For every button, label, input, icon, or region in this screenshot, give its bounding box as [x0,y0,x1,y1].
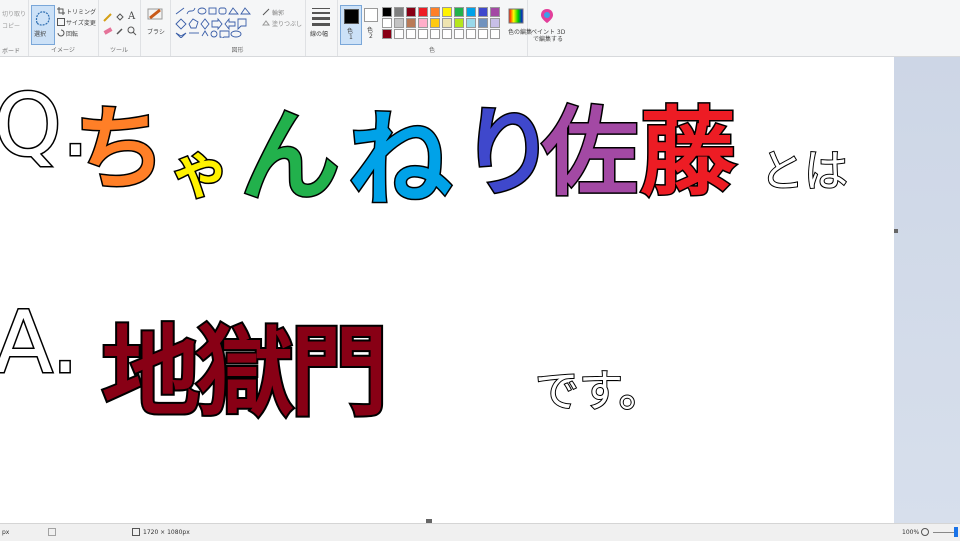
fill-icon[interactable] [115,12,125,22]
color1-button[interactable]: 色 1 [340,5,362,45]
rotate-button[interactable]: 回転 [66,29,78,38]
pencil-icon[interactable] [103,12,113,22]
answer-tail-text: です。 [534,365,664,418]
palette-swatch[interactable] [382,29,392,39]
paint3d-button-line2: で編集する [533,36,564,43]
palette-swatch[interactable] [418,18,428,28]
palette-swatch[interactable] [382,7,392,17]
image-group-label: イメージ [51,47,75,54]
brushes-group: ブラシ [140,0,171,56]
zoom-slider-track[interactable] [933,532,955,533]
palette-swatch[interactable] [466,18,476,28]
image-dimensions: 1720 × 1080px [143,529,190,536]
canvas-resize-handle-right[interactable] [894,229,898,233]
question-char: 佐 [541,96,640,211]
palette-swatch[interactable] [394,7,404,17]
crop-button[interactable]: トリミング [66,7,96,16]
color1-swatch [344,9,359,24]
question-char: ゃ [169,136,232,209]
ribbon: 切り取り コピー ボード 選択 トリミング サイズ変更 回転 イメージ A ツー… [0,0,960,57]
selection-size-icon [48,528,56,536]
clipboard-group-label: ボード [2,48,21,55]
status-bar: px 1720 × 1080px 100% [0,523,960,541]
answer-main-text: 地獄門 [100,314,390,432]
palette-swatch[interactable] [454,7,464,17]
shapes-gallery-icon[interactable] [174,6,254,38]
zoom-out-button[interactable] [921,528,929,536]
outline-icon [262,8,270,16]
cursor-position: px [2,529,10,536]
palette-swatch[interactable] [454,18,464,28]
palette-swatch[interactable] [430,7,440,17]
text-tool-button[interactable]: A [128,11,135,22]
resize-button[interactable]: サイズ変更 [66,18,96,27]
color2-swatch[interactable] [364,8,378,22]
palette-swatch[interactable] [442,29,452,39]
clipboard-group: 切り取り コピー ボード [0,0,29,56]
palette-swatch[interactable] [394,18,404,28]
palette-swatch[interactable] [454,29,464,39]
line-width-icon[interactable] [311,6,331,26]
line-width-label: 線の幅 [310,31,329,38]
cut-button[interactable]: 切り取り [2,9,26,18]
palette-swatch[interactable] [418,7,428,17]
colors-group-label: 色 [428,47,435,54]
paint3d-icon[interactable] [539,8,555,24]
palette-swatch[interactable] [490,29,500,39]
color2-num: 2 [369,33,373,40]
palette-swatch[interactable] [418,29,428,39]
magnifier-icon[interactable] [127,26,137,36]
drawing-canvas[interactable]: Q. ちゃんねり佐藤 とは A. 地獄門 です。 [0,57,894,523]
crop-icon [57,7,65,15]
palette-swatch[interactable] [490,18,500,28]
palette-swatch[interactable] [394,29,404,39]
palette-swatch[interactable] [430,29,440,39]
shapes-group: 輪郭 塗りつぶし 図形 [170,0,306,56]
question-tail-text: とは [759,145,849,198]
edit-colors-icon[interactable] [508,8,524,24]
brush-icon[interactable] [146,6,166,24]
palette-swatch[interactable] [478,7,488,17]
eraser-icon[interactable] [103,26,113,36]
select-button[interactable]: 選択 [31,5,55,45]
palette-swatch[interactable] [442,18,452,28]
question-char: 藤 [639,96,738,211]
fill-shape-icon [262,20,270,26]
brushes-button[interactable]: ブラシ [147,27,165,36]
copy-button[interactable]: コピー [2,21,20,30]
paint3d-group: ペイント 3D で編集する [527,0,567,56]
tools-group-label: ツール [109,47,128,54]
select-icon [35,11,50,26]
image-size-icon [132,528,140,536]
colors-group: 色 1 色 2 色の編集 色 [337,0,532,56]
answer-mark-text: A. [0,292,80,395]
question-char: ち [72,95,167,205]
fill-button[interactable]: 塗りつぶし [272,19,302,28]
color-picker-icon[interactable] [115,26,125,36]
workspace-background [894,57,960,523]
shapes-group-label: 図形 [231,47,244,54]
palette-swatch[interactable] [478,18,488,28]
question-char: ん [239,97,342,217]
resize-icon [57,18,65,26]
palette-swatch[interactable] [406,7,416,17]
palette-swatch[interactable] [490,7,500,17]
image-group: 選択 トリミング サイズ変更 回転 イメージ [28,0,99,56]
tools-group: A ツール [98,0,141,56]
palette-swatch[interactable] [430,18,440,28]
zoom-slider-thumb[interactable] [954,527,958,537]
palette-swatch[interactable] [406,18,416,28]
palette-swatch[interactable] [466,7,476,17]
rotate-icon [57,29,65,37]
palette-swatch[interactable] [382,18,392,28]
palette-swatch[interactable] [406,29,416,39]
palette-swatch[interactable] [478,29,488,39]
palette-swatch[interactable] [466,29,476,39]
question-char: ね [346,98,453,223]
size-group: 線の幅 [305,0,338,56]
zoom-level: 100% [902,529,920,536]
palette-swatch[interactable] [442,7,452,17]
outline-button[interactable]: 輪郭 [272,8,284,17]
